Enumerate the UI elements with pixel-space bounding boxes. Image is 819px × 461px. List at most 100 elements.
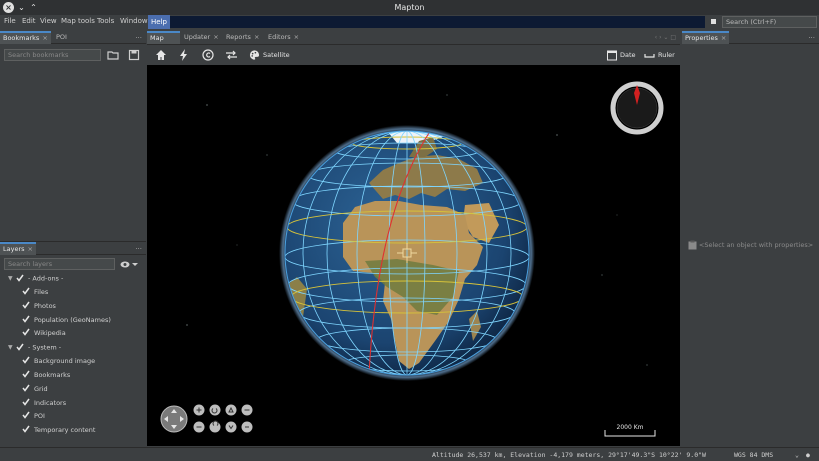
panel-menu-button[interactable]: ...	[808, 32, 815, 40]
layers-search-input[interactable]: Search layers	[4, 258, 115, 270]
tab-bookmarks[interactable]: Bookmarks ×	[0, 31, 51, 44]
ruler-icon[interactable]	[644, 49, 655, 61]
tilt-down-button[interactable]	[225, 421, 237, 433]
menu-file[interactable]: File	[4, 17, 16, 25]
tab-editors[interactable]: Editors ×	[265, 31, 302, 44]
layer-group[interactable]: ▼ - Add-ons -	[8, 272, 63, 285]
properties-empty-state: <Select an object with properties>	[682, 240, 819, 250]
navigation-buttons[interactable]	[193, 404, 253, 433]
checkbox-checked-icon[interactable]	[22, 398, 30, 406]
layer-item[interactable]: Population (GeoNames)	[22, 314, 111, 327]
close-icon[interactable]: ×	[721, 34, 726, 42]
checkbox-checked-icon[interactable]	[22, 356, 30, 364]
ruler-button[interactable]: Ruler	[658, 49, 675, 61]
properties-empty-text: <Select an object with properties>	[698, 241, 814, 249]
layer-item[interactable]: Wikipedia	[22, 327, 66, 340]
layer-item-label: POI	[34, 412, 45, 421]
title-bar: × ⌄ ⌃ Mapton	[0, 0, 819, 15]
panel-menu-button[interactable]: ...	[135, 32, 142, 40]
checkbox-checked-icon[interactable]	[22, 301, 30, 309]
panel-menu-button[interactable]: ...	[135, 243, 142, 251]
swap-arrows-icon[interactable]	[225, 49, 238, 61]
layer-item[interactable]: Grid	[22, 383, 48, 396]
visibility-eye-icon[interactable]	[120, 260, 138, 269]
status-bar: Altitude 26,537 km, Elevation -4,179 met…	[0, 447, 819, 461]
checkbox-checked-icon[interactable]	[16, 343, 24, 351]
global-search-input[interactable]: Search (Ctrl+F)	[722, 16, 817, 28]
layer-item-label: Wikipedia	[34, 329, 66, 338]
menu-spacer	[170, 16, 705, 28]
tab-scroll-icon[interactable]: ‹ › ⌄ □	[655, 34, 676, 41]
checkbox-checked-icon[interactable]	[22, 411, 30, 420]
calendar-icon[interactable]	[607, 49, 617, 61]
menu-map-tools[interactable]: Map tools	[61, 17, 95, 25]
menu-help[interactable]: Help	[148, 15, 170, 29]
folder-icon[interactable]	[107, 49, 119, 61]
layer-item[interactable]: Background image	[22, 355, 95, 368]
pan-control[interactable]	[160, 405, 188, 433]
checkbox-checked-icon[interactable]	[22, 425, 30, 433]
checkbox-checked-icon[interactable]	[22, 328, 30, 337]
checkbox-checked-icon[interactable]	[22, 384, 30, 392]
lightning-icon[interactable]	[179, 49, 189, 61]
tab-map[interactable]: Map	[147, 31, 180, 44]
satellite-button[interactable]: Satellite	[263, 49, 290, 61]
menu-bar: File Edit View Map tools Tools Window He…	[0, 15, 819, 29]
close-icon[interactable]: ×	[294, 33, 299, 41]
layer-group-label: - Add-ons -	[28, 274, 64, 283]
layer-item[interactable]: Photos	[22, 300, 56, 313]
tab-properties[interactable]: Properties ×	[682, 31, 730, 44]
coordinate-readout: Altitude 26,537 km, Elevation -4,179 met…	[432, 451, 706, 459]
close-icon[interactable]: ×	[213, 33, 218, 41]
tab-poi[interactable]: POI	[53, 31, 70, 44]
checkbox-checked-icon[interactable]	[22, 315, 30, 323]
globe-canvas[interactable]: 2000 Km	[147, 65, 680, 446]
checkbox-checked-icon[interactable]	[16, 274, 24, 282]
layer-item-label: Background image	[34, 357, 96, 366]
checkbox-checked-icon[interactable]	[22, 287, 30, 295]
home-icon[interactable]	[155, 49, 167, 61]
tab-updater[interactable]: Updater ×	[181, 31, 222, 44]
layer-item[interactable]: Indicators	[22, 397, 66, 410]
editor-tabstrip: Map Updater × Reports × Editors × ‹ › ⌄ □	[147, 31, 680, 45]
expand-arrow-icon[interactable]: ▼	[8, 341, 16, 354]
layer-item[interactable]: Temporary content	[22, 424, 95, 437]
close-icon[interactable]: ×	[28, 245, 33, 253]
checkbox-checked-icon[interactable]	[22, 370, 30, 378]
layer-item[interactable]: Files	[22, 286, 48, 299]
layers-tabstrip: Layers × ...	[0, 242, 146, 255]
tilt-up-button[interactable]	[225, 404, 237, 416]
bookmarks-panel: Bookmarks × POI ... Search bookmarks	[0, 31, 146, 239]
expand-arrow-icon[interactable]: ▼	[8, 272, 16, 285]
bookmarks-search-input[interactable]: Search bookmarks	[4, 49, 101, 61]
crs-selector[interactable]: WGS 84 DMS	[734, 451, 773, 459]
layer-item-label: Files	[34, 288, 49, 296]
layer-item[interactable]: POI	[22, 410, 45, 423]
layer-item-label: Indicators	[34, 398, 67, 407]
notifications-icon[interactable]: ●	[806, 451, 810, 459]
layer-group[interactable]: ▼ - System -	[8, 341, 61, 354]
dropdown-chevron-icon[interactable]: ⌄	[795, 451, 799, 459]
map-view[interactable]: 2000 Km	[147, 65, 680, 446]
compass-icon[interactable]	[610, 81, 664, 135]
menu-edit[interactable]: Edit	[22, 17, 36, 25]
window-title: Mapton	[394, 3, 425, 12]
palette-icon[interactable]	[249, 49, 260, 61]
close-icon[interactable]: ×	[254, 33, 259, 41]
layer-item[interactable]: Bookmarks	[22, 369, 70, 382]
save-icon[interactable]	[128, 49, 140, 61]
rotate-right-button[interactable]	[209, 421, 221, 433]
layer-item-label: Population (GeoNames)	[34, 315, 111, 324]
tab-reports[interactable]: Reports ×	[223, 31, 262, 44]
copyright-icon[interactable]	[202, 49, 214, 61]
menu-tools[interactable]: Tools	[97, 17, 114, 25]
rotate-left-button[interactable]	[209, 404, 221, 416]
close-icon[interactable]: ×	[42, 34, 47, 42]
menu-view[interactable]: View	[40, 17, 57, 25]
menu-window[interactable]: Window	[120, 17, 148, 25]
layer-item-label: Photos	[34, 301, 56, 310]
tab-layers[interactable]: Layers ×	[0, 242, 36, 255]
layer-item-label: Temporary content	[34, 426, 96, 435]
date-button[interactable]: Date	[620, 49, 636, 61]
search-indicator-icon	[711, 19, 716, 24]
